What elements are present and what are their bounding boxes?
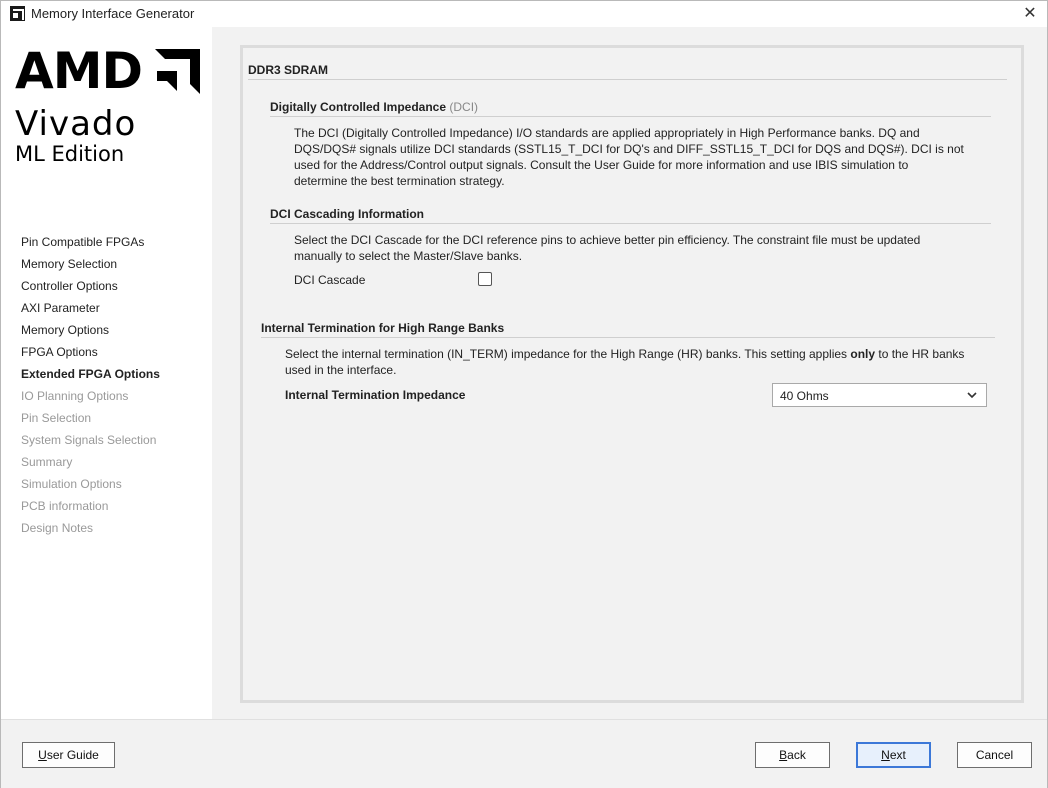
page-title: DDR3 SDRAM [248,63,329,77]
dci-description-line: used for the Address/Control output sign… [294,158,909,172]
termination-emphasis: only [850,347,876,361]
close-icon[interactable]: ✕ [1019,3,1041,25]
termination-text: Select the internal termination (IN_TERM… [285,347,851,361]
nav-item-summary: Summary [21,455,73,469]
dci-cascade-checkbox[interactable] [478,272,492,286]
internal-termination-impedance-select[interactable]: 40 Ohms [772,383,987,407]
termination-text: to the HR banks [875,347,965,361]
dci-cascade-description: Select the DCI Cascade for the DCI refer… [294,232,920,264]
divider [270,223,991,224]
dci-description-line: determine the best termination strategy. [294,174,505,188]
nav-item-extended-fpga-options[interactable]: Extended FPGA Options [21,363,160,385]
step-navigation: Pin Compatible FPGAs Memory Selection Co… [21,231,160,539]
logo-product: Vivado [15,104,137,144]
logo-brand: AMD [15,42,143,100]
nav-item-fpga-options[interactable]: FPGA Options [21,341,160,363]
mnemonic: B [779,748,788,762]
button-label: ext [889,748,906,762]
dci-description-line: DQS/DQS# signals utilize DCI standards (… [294,142,964,156]
nav-item-axi-parameter[interactable]: AXI Parameter [21,297,160,319]
logo-edition: ML Edition [15,142,125,166]
next-button[interactable]: Next [856,742,931,768]
mnemonic: U [38,748,47,762]
amd-arrow-icon [155,49,200,94]
select-value: 40 Ohms [780,389,829,403]
mnemonic: N [881,748,890,762]
cancel-button[interactable]: Cancel [957,742,1032,768]
chevron-down-icon [967,392,977,399]
dci-description: The DCI (Digitally Controlled Impedance)… [294,125,964,189]
dci-cascade-label: DCI Cascade [294,273,366,287]
dci-description-line: The DCI (Digitally Controlled Impedance)… [294,126,920,140]
internal-termination-description: Select the internal termination (IN_TERM… [285,346,964,378]
nav-item-pcb-information: PCB information [21,499,109,513]
dci-heading: Digitally Controlled Impedance (DCI) [270,100,478,114]
user-guide-button[interactable]: User Guide [22,742,115,768]
dci-cascade-heading: DCI Cascading Information [270,207,425,221]
sidebar: AMD Vivado ML Edition Pin Compatible FPG… [1,27,212,719]
nav-item-io-planning-options: IO Planning Options [21,389,129,403]
back-button[interactable]: Back [755,742,830,768]
dci-cascade-description-line: Select the DCI Cascade for the DCI refer… [294,233,921,247]
amd-vivado-logo: AMD Vivado ML Edition [15,42,205,192]
divider [248,79,1007,80]
nav-item-pin-compatible-fpgas[interactable]: Pin Compatible FPGAs [21,231,160,253]
button-label: ser Guide [46,748,99,762]
nav-item-system-signals-selection: System Signals Selection [21,433,157,447]
nav-item-memory-options[interactable]: Memory Options [21,319,160,341]
app-logo-icon [10,6,25,21]
internal-termination-impedance-label: Internal Termination Impedance [285,388,466,402]
internal-termination-description-line: Select the internal termination (IN_TERM… [285,346,964,362]
dci-heading-abbr: (DCI) [449,100,479,114]
button-label: ack [787,748,806,762]
mig-window: Memory Interface Generator ✕ AMD Vivado … [0,0,1048,788]
nav-item-pin-selection: Pin Selection [21,411,92,425]
title-bar: Memory Interface Generator ✕ [1,1,1047,27]
footer: User Guide Back Next Cancel [1,719,1047,788]
internal-termination-heading: Internal Termination for High Range Bank… [261,321,505,335]
nav-item-controller-options[interactable]: Controller Options [21,275,160,297]
dci-heading-text: Digitally Controlled Impedance [270,100,447,114]
divider [261,337,995,338]
nav-item-design-notes: Design Notes [21,521,94,535]
internal-termination-description-line: used in the interface. [285,363,397,377]
nav-item-simulation-options: Simulation Options [21,477,122,491]
window-title: Memory Interface Generator [31,6,195,21]
dci-cascade-description-line: manually to select the Master/Slave bank… [294,249,523,263]
divider [270,116,991,117]
nav-item-memory-selection[interactable]: Memory Selection [21,253,160,275]
